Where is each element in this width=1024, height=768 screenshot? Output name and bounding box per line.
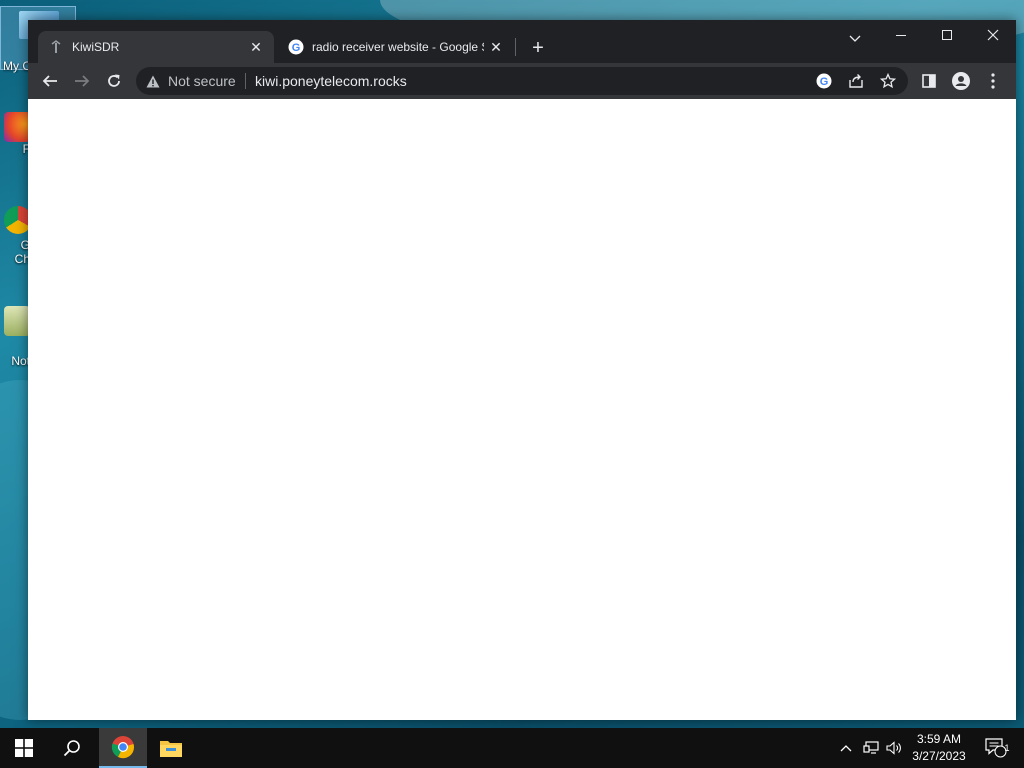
- taskbar-search-button[interactable]: [48, 728, 96, 768]
- taskbar-file-explorer-button[interactable]: [147, 728, 195, 768]
- side-panel-button[interactable]: [914, 66, 944, 96]
- network-icon: [863, 741, 879, 754]
- security-label: Not secure: [168, 73, 236, 89]
- desktop-icon-google-chrome[interactable]: G Ch: [0, 206, 32, 266]
- tab-kiwisdr[interactable]: KiwiSDR ✕: [38, 31, 274, 63]
- kiwisdr-favicon-icon: [48, 39, 64, 55]
- notepad-icon: [4, 306, 30, 336]
- forward-button[interactable]: [67, 66, 97, 96]
- arrow-left-icon: [42, 75, 57, 87]
- close-tab-icon[interactable]: ✕: [244, 35, 268, 59]
- tab-title: radio receiver website - Google S: [312, 40, 484, 54]
- bookmark-star-icon[interactable]: [876, 69, 900, 93]
- reload-button[interactable]: [99, 66, 129, 96]
- warning-icon: [146, 75, 160, 87]
- desktop-icon-firefox[interactable]: F: [0, 112, 30, 156]
- minimize-button[interactable]: [878, 20, 924, 50]
- desktop-icon-label: F: [22, 142, 30, 156]
- share-icon[interactable]: [844, 69, 868, 93]
- security-indicator[interactable]: Not secure: [146, 67, 236, 95]
- maximize-icon: [942, 30, 952, 40]
- windows-logo-icon: [15, 739, 33, 757]
- chrome-window: KiwiSDR ✕ G radio receiver website - Goo…: [28, 20, 1016, 720]
- taskbar-chrome-button[interactable]: [99, 728, 147, 768]
- google-favicon-icon: G: [288, 39, 304, 55]
- close-window-button[interactable]: [970, 20, 1016, 50]
- new-tab-button[interactable]: +: [524, 34, 552, 62]
- start-button[interactable]: [0, 728, 48, 768]
- notification-count: 1: [1004, 743, 1010, 753]
- profile-avatar-icon: [952, 72, 970, 90]
- arrow-right-icon: [75, 75, 90, 87]
- page-content[interactable]: [28, 99, 1016, 720]
- action-center-button[interactable]: 1: [976, 728, 1016, 768]
- clock-date: 3/27/2023: [912, 749, 966, 763]
- close-tab-icon[interactable]: ✕: [484, 35, 508, 59]
- reload-icon: [108, 74, 120, 87]
- kebab-menu-icon: [991, 73, 995, 89]
- folder-icon: [160, 741, 182, 757]
- desktop-icon-notepad[interactable]: Not: [0, 306, 30, 368]
- network-button[interactable]: [860, 728, 882, 768]
- chevron-up-icon: [840, 745, 852, 752]
- clock[interactable]: 3:59 AM 3/27/2023: [906, 728, 972, 768]
- search-icon: [63, 740, 80, 757]
- chevron-down-icon: [849, 35, 861, 42]
- svg-text:G: G: [820, 76, 829, 88]
- side-panel-icon: [922, 74, 936, 88]
- back-button[interactable]: [35, 66, 65, 96]
- address-bar[interactable]: Not secure kiwi.poneytelecom.rocks G: [136, 67, 908, 95]
- firefox-icon: [4, 112, 30, 142]
- maximize-button[interactable]: [924, 20, 970, 50]
- taskbar: 3:59 AM 3/27/2023 1: [0, 728, 1024, 768]
- profile-button[interactable]: [946, 66, 976, 96]
- google-icon[interactable]: G: [812, 69, 836, 93]
- chrome-menu-button[interactable]: [978, 66, 1008, 96]
- tab-google-search[interactable]: G radio receiver website - Google S ✕: [278, 31, 514, 63]
- browser-toolbar: Not secure kiwi.poneytelecom.rocks G: [28, 63, 1016, 99]
- tab-search-button[interactable]: [832, 24, 878, 54]
- volume-button[interactable]: [883, 728, 905, 768]
- speaker-icon: [886, 741, 901, 755]
- close-icon: [987, 29, 999, 41]
- url-text[interactable]: kiwi.poneytelecom.rocks: [255, 67, 407, 95]
- tab-title: KiwiSDR: [72, 40, 120, 54]
- desktop-icon-label: Not: [11, 354, 30, 368]
- omnibox-divider: [245, 73, 246, 89]
- show-hidden-icons-button[interactable]: [836, 728, 856, 768]
- desktop-icon-label: G Ch: [14, 238, 30, 266]
- minimize-icon: [896, 35, 906, 36]
- svg-text:G: G: [292, 42, 301, 54]
- chrome-icon: [111, 736, 134, 759]
- clock-time: 3:59 AM: [916, 732, 962, 746]
- tab-divider: [515, 38, 516, 56]
- tab-strip: KiwiSDR ✕ G radio receiver website - Goo…: [28, 20, 1016, 63]
